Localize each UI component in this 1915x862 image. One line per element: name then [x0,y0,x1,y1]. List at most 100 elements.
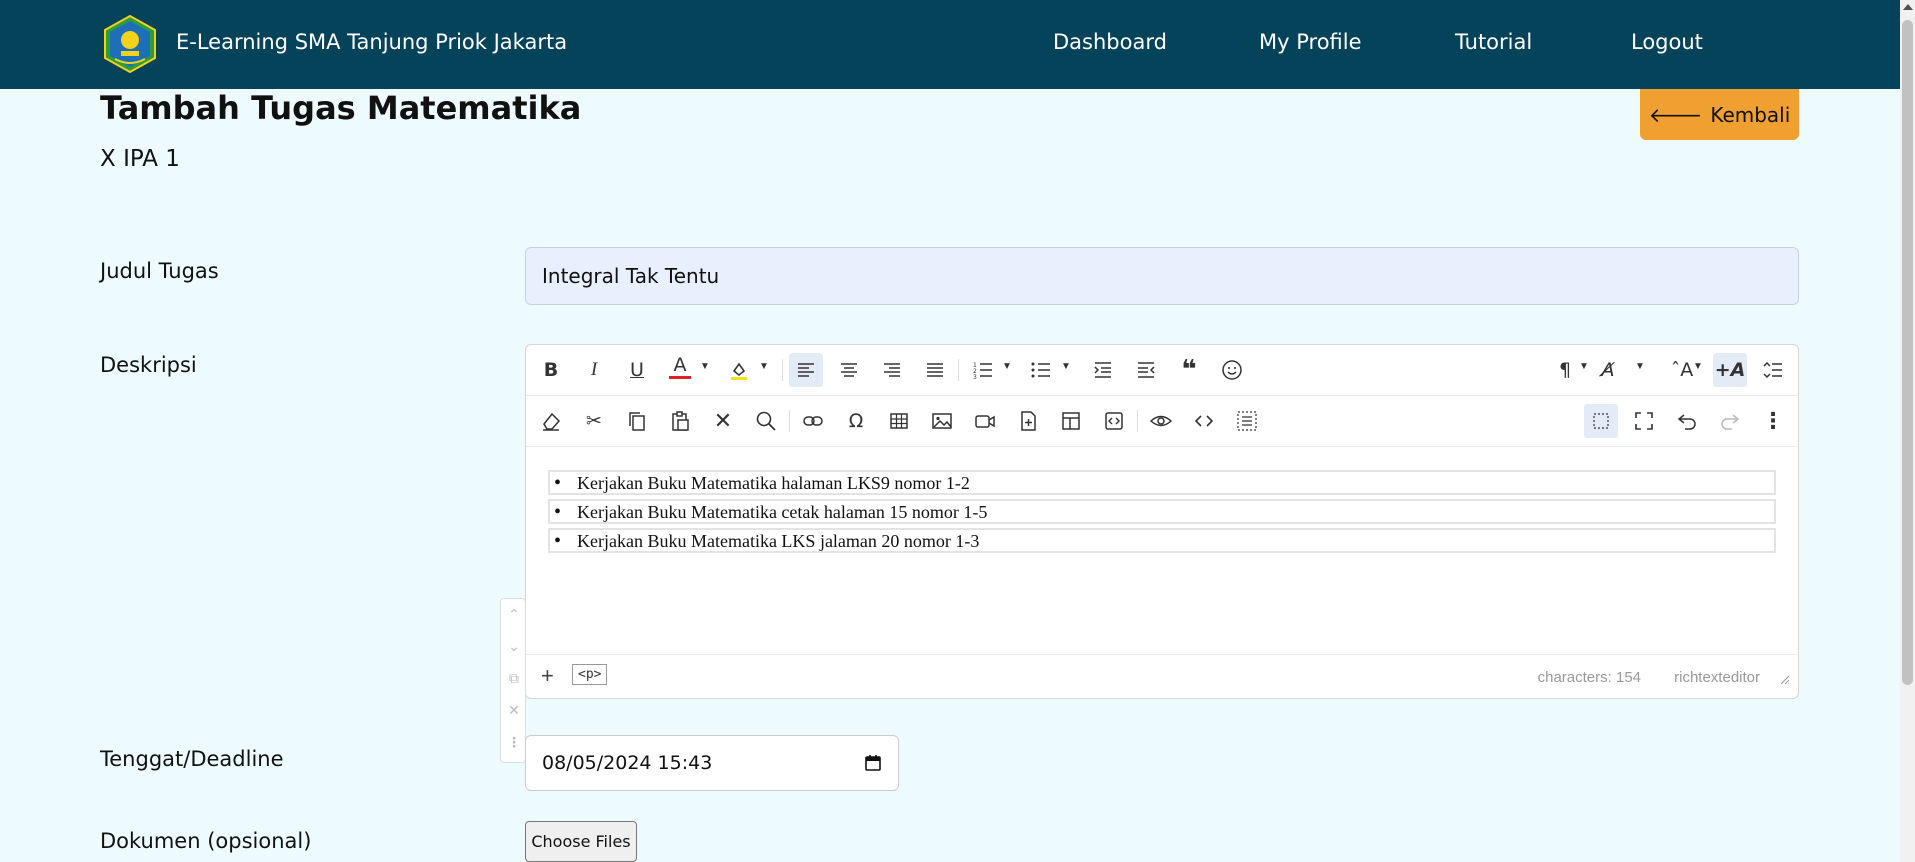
more-options-icon[interactable]: ⋮ [1756,404,1790,438]
unordered-list-icon[interactable] [1024,353,1058,387]
chevron-down-icon[interactable]: ▼ [1579,361,1589,372]
copy-icon[interactable] [620,404,654,438]
scroll-up-arrow[interactable] [1903,4,1913,10]
rich-text-editor[interactable]: B I U A ▼ ▼ 123 ▼ ▼ ❝ ¶ ▼ A̸ ▼ ˆA ▼ +A ✂… [525,344,1799,699]
chevron-down-icon[interactable]: ▼ [759,361,769,372]
scroll-thumb[interactable] [1902,20,1913,685]
deadline-value: 08/05/2024 15:43 [542,752,713,774]
document-label: Dokumen (opsional) [100,829,312,853]
paragraph-tag[interactable]: <p> [572,664,608,685]
toolbar-divider [789,410,790,432]
move-up-icon[interactable]: ⌃ [505,605,523,623]
editor-toolbar-row-2: ✂ ✕ Ω ⋮ [526,396,1798,447]
list-item[interactable]: • Kerjakan Buku Matematika cetak halaman… [548,499,1776,524]
deadline-input[interactable]: 08/05/2024 15:43 [525,735,899,791]
editor-content[interactable]: • Kerjakan Buku Matematika halaman LKS9 … [548,470,1776,557]
show-blocks-icon[interactable] [1584,404,1618,438]
highlight-color-icon[interactable] [722,353,756,387]
text-color-icon[interactable]: A [669,353,691,379]
list-item[interactable]: • Kerjakan Buku Matematika halaman LKS9 … [548,470,1776,495]
delete-icon[interactable]: ✕ [706,404,740,438]
outdent-icon[interactable] [1129,353,1163,387]
template-icon[interactable] [1054,404,1088,438]
toolbar-divider [782,359,783,381]
insert-document-icon[interactable] [1011,404,1045,438]
image-icon[interactable] [925,404,959,438]
video-icon[interactable] [968,404,1002,438]
paste-icon[interactable] [663,404,697,438]
bullet-icon: • [554,530,562,552]
choose-files-button[interactable]: Choose Files [525,821,637,862]
nav-tutorial[interactable]: Tutorial [1455,30,1532,54]
underline-icon[interactable]: U [620,353,654,387]
add-block-icon[interactable]: + [541,663,554,689]
align-justify-icon[interactable] [918,353,952,387]
emoji-icon[interactable] [1215,353,1249,387]
editor-toolbar-row-1: B I U A ▼ ▼ 123 ▼ ▼ ❝ ¶ ▼ A̸ ▼ ˆA ▼ +A [526,345,1798,396]
calendar-icon[interactable] [864,754,882,772]
bold-icon[interactable]: B [534,353,568,387]
chevron-down-icon[interactable]: ▼ [700,361,710,372]
move-down-icon[interactable]: ⌄ [505,637,523,655]
paragraph-icon[interactable]: ¶ [1548,353,1582,387]
editor-name: richtexteditor [1674,669,1760,686]
special-character-icon[interactable]: Ω [839,404,873,438]
title-label: Judul Tugas [100,259,219,283]
fullscreen-icon[interactable] [1627,404,1661,438]
top-navbar: E-Learning SMA Tanjung Priok Jakarta Das… [0,0,1900,89]
class-name: X IPA 1 [100,146,180,172]
undo-icon[interactable] [1670,404,1704,438]
align-left-icon[interactable] [789,353,823,387]
list-item-text: Kerjakan Buku Matematika cetak halaman 1… [577,502,988,522]
toolbar-divider [1137,410,1138,432]
eraser-icon[interactable] [534,404,568,438]
link-icon[interactable] [796,404,830,438]
blockquote-icon[interactable]: ❝ [1172,353,1206,387]
character-count: characters: 154 [1537,669,1641,686]
redo-icon[interactable] [1713,404,1747,438]
chevron-down-icon[interactable]: ▼ [1635,361,1645,372]
cut-icon[interactable]: ✂ [577,404,611,438]
title-input[interactable]: Integral Tak Tentu [525,247,1799,305]
back-button[interactable]: 🡐 Kembali [1640,89,1799,140]
italic-icon[interactable]: I [577,353,611,387]
editor-statusbar: + <p> characters: 154 richtexteditor [526,654,1798,698]
bullet-icon: • [554,472,562,494]
resize-handle-icon[interactable] [1778,673,1790,685]
nav-my-profile[interactable]: My Profile [1259,30,1362,54]
align-center-icon[interactable] [832,353,866,387]
arrow-left-icon: 🡐 [1648,102,1703,127]
source-code-icon[interactable] [1187,404,1221,438]
code-block-icon[interactable] [1097,404,1131,438]
brand-title[interactable]: E-Learning SMA Tanjung Priok Jakarta [176,30,567,54]
table-icon[interactable] [882,404,916,438]
duplicate-icon[interactable]: ⧉ [505,669,523,687]
deadline-label: Tenggat/Deadline [100,747,284,771]
nav-logout[interactable]: Logout [1631,30,1703,54]
drag-handle-icon[interactable]: ⋮ [505,733,523,751]
indent-icon[interactable] [1086,353,1120,387]
search-icon[interactable] [749,404,783,438]
svg-text:3: 3 [973,374,977,381]
remove-block-icon[interactable]: ✕ [505,701,523,719]
toolbar-divider [958,359,959,381]
nav-dashboard[interactable]: Dashboard [1053,30,1167,54]
list-item-text: Kerjakan Buku Matematika LKS jalaman 20 … [577,531,980,551]
bullet-icon: • [554,501,562,523]
description-label: Deskripsi [100,353,197,377]
page-title: Tambah Tugas Matematika [100,89,582,127]
align-right-icon[interactable] [875,353,909,387]
list-item[interactable]: • Kerjakan Buku Matematika LKS jalaman 2… [548,528,1776,553]
line-height-icon[interactable] [1756,353,1790,387]
chevron-down-icon[interactable]: ▼ [1061,361,1071,372]
chevron-down-icon[interactable]: ▼ [1693,361,1703,372]
format-text-icon[interactable]: +A [1713,353,1747,387]
block-side-toolbar: ⌃ ⌄ ⧉ ✕ ⋮ [500,598,526,763]
preview-icon[interactable] [1144,404,1178,438]
font-style-icon[interactable]: A̸ [1591,353,1625,387]
ordered-list-icon[interactable]: 123 [966,353,1000,387]
select-all-icon[interactable] [1230,404,1264,438]
list-item-text: Kerjakan Buku Matematika halaman LKS9 no… [577,473,970,493]
page-scrollbar[interactable] [1900,0,1915,862]
chevron-down-icon[interactable]: ▼ [1002,361,1012,372]
